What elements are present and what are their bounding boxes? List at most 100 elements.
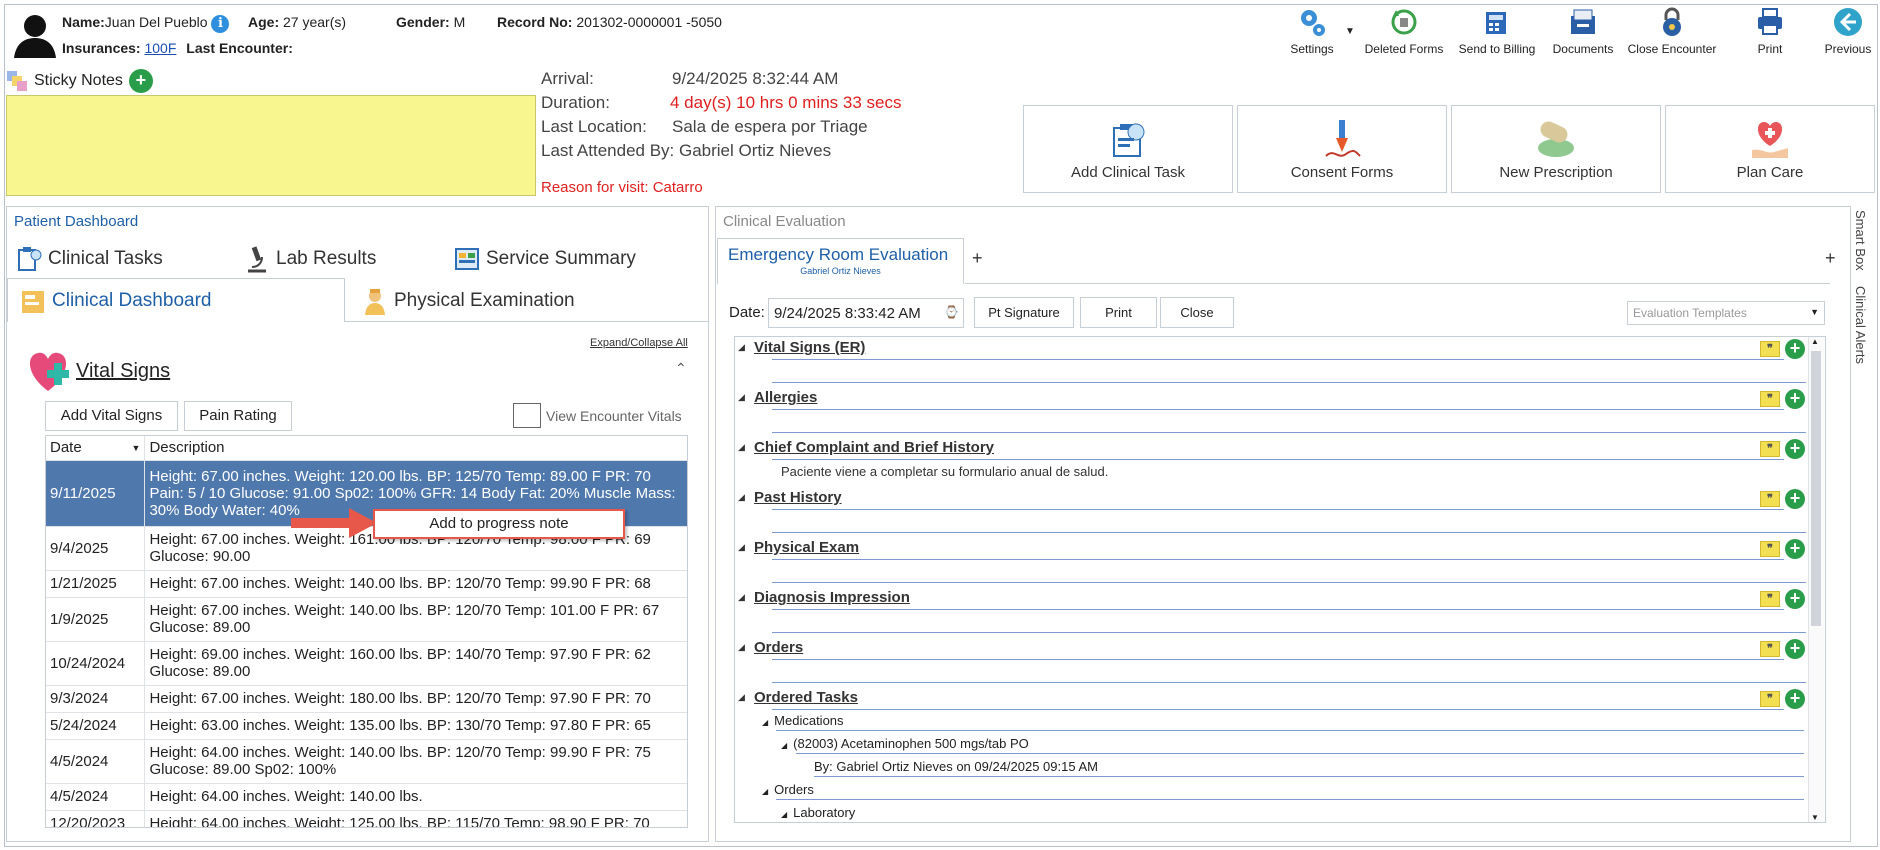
add-tab-icon[interactable]: +: [972, 248, 983, 269]
medication-item[interactable]: ◢ (82003) Acetaminophen 500 mgs/tab PO: [781, 736, 1029, 751]
column-header-date[interactable]: Date ▼: [46, 436, 146, 461]
duration-label: Duration:: [541, 93, 610, 112]
expand-triangle-icon[interactable]: ◢: [738, 542, 745, 553]
section-title[interactable]: Vital Signs (ER): [754, 339, 865, 356]
quote-icon[interactable]: ❞: [1760, 391, 1780, 407]
close-evaluation-button[interactable]: Close: [1160, 297, 1234, 328]
smart-box-tab[interactable]: Smart Box: [1853, 210, 1868, 271]
table-row[interactable]: 9/3/2024 Height: 67.00 inches. Weight: 1…: [46, 685, 687, 713]
table-row[interactable]: 1/9/2025 Height: 67.00 inches. Weight: 1…: [46, 597, 687, 642]
expand-triangle-icon[interactable]: ◢: [738, 392, 745, 403]
table-row[interactable]: 1/21/2025 Height: 67.00 inches. Weight: …: [46, 570, 687, 598]
print-evaluation-button[interactable]: Print: [1080, 297, 1157, 328]
chief-complaint-text[interactable]: Paciente viene a completar su formulario…: [781, 464, 1108, 479]
previous-button[interactable]: Previous: [1803, 6, 1880, 56]
add-clinical-task-button[interactable]: Add Clinical Task: [1023, 105, 1233, 193]
date-input[interactable]: 9/24/2025 8:33:42 AM ⌚: [768, 298, 964, 328]
section-title[interactable]: Orders: [754, 639, 803, 656]
section-title[interactable]: Past History: [754, 489, 842, 506]
orders-node[interactable]: ◢ Orders: [762, 782, 814, 797]
section-underline: [772, 609, 1784, 610]
quote-icon[interactable]: ❞: [1760, 641, 1780, 657]
quote-icon[interactable]: ❞: [1760, 441, 1780, 457]
add-icon[interactable]: +: [1785, 589, 1805, 609]
add-icon[interactable]: +: [1785, 639, 1805, 659]
laboratory-node[interactable]: ◢ Laboratory: [781, 805, 855, 820]
insurance-link[interactable]: 100F: [144, 40, 176, 56]
table-row[interactable]: 4/5/2024 Height: 64.00 inches. Weight: 1…: [46, 783, 687, 811]
expand-triangle-icon[interactable]: ◢: [762, 787, 768, 796]
plan-care-button[interactable]: Plan Care: [1665, 105, 1875, 193]
section-title[interactable]: Allergies: [754, 389, 817, 406]
vital-signs-table-container[interactable]: Date ▼ Description 9/11/2025 Height: 67.0…: [45, 435, 688, 828]
quote-icon[interactable]: ❞: [1760, 541, 1780, 557]
add-icon[interactable]: +: [1785, 339, 1805, 359]
consent-forms-button[interactable]: Consent Forms: [1237, 105, 1447, 193]
section-title[interactable]: Physical Exam: [754, 539, 859, 556]
table-row[interactable]: 12/20/2023 Height: 64.00 inches. Weight:…: [46, 810, 687, 827]
close-encounter-label: Close Encounter: [1627, 42, 1717, 56]
send-to-billing-button[interactable]: Send to Billing: [1452, 6, 1542, 56]
pain-rating-button[interactable]: Pain Rating: [184, 401, 292, 431]
tab-clinical-tasks[interactable]: Clinical Tasks: [16, 245, 163, 273]
add-sticky-note-icon[interactable]: +: [128, 69, 153, 93]
new-prescription-button[interactable]: New Prescription: [1451, 105, 1661, 193]
expand-triangle-icon[interactable]: ◢: [738, 642, 745, 653]
medications-node[interactable]: ◢ Medications: [762, 713, 844, 728]
add-icon[interactable]: +: [1785, 439, 1805, 459]
scroll-up-icon[interactable]: ▲: [1811, 337, 1819, 346]
table-row[interactable]: 4/5/2024 Height: 64.00 inches. Weight: 1…: [46, 739, 687, 784]
sticky-notes-area[interactable]: [6, 95, 536, 196]
table-row[interactable]: 10/24/2024 Height: 69.00 inches. Weight:…: [46, 641, 687, 686]
tab-service-summary[interactable]: Service Summary: [454, 245, 636, 273]
quote-icon[interactable]: ❞: [1760, 341, 1780, 357]
add-vital-signs-button[interactable]: Add Vital Signs: [45, 401, 178, 431]
add-icon[interactable]: +: [1785, 489, 1805, 509]
tab-clinical-dashboard[interactable]: Clinical Dashboard: [20, 287, 211, 315]
deleted-forms-button[interactable]: Deleted Forms: [1359, 6, 1449, 56]
tab-physical-examination[interactable]: Physical Examination: [362, 287, 575, 315]
quote-icon[interactable]: ❞: [1760, 591, 1780, 607]
info-icon[interactable]: i: [211, 15, 230, 33]
collapse-chevron-icon[interactable]: ⌃: [675, 360, 687, 377]
expand-triangle-icon[interactable]: ◢: [738, 342, 745, 353]
clinical-alerts-tab[interactable]: Clinical Alerts: [1853, 286, 1868, 364]
add-to-progress-note-menu-item[interactable]: Add to progress note: [381, 515, 617, 532]
print-button[interactable]: Print: [1725, 6, 1815, 56]
documents-button[interactable]: Documents: [1538, 6, 1628, 56]
add-icon[interactable]: +: [1785, 389, 1805, 409]
calendar-icon[interactable]: ⌚: [944, 305, 959, 319]
evaluation-templates-select[interactable]: Evaluation Templates ▼: [1627, 301, 1825, 325]
expand-triangle-icon[interactable]: ◢: [781, 741, 787, 750]
expand-triangle-icon[interactable]: ◢: [738, 692, 745, 703]
expand-collapse-all-link[interactable]: Expand/Collapse All: [590, 337, 688, 349]
expand-triangle-icon[interactable]: ◢: [781, 810, 787, 819]
tab-emergency-room-evaluation[interactable]: Emergency Room Evaluation Gabriel Ortiz …: [717, 238, 964, 284]
column-header-description[interactable]: Description: [144, 436, 687, 461]
settings-dropdown-icon[interactable]: ▼: [1345, 26, 1355, 37]
pt-signature-button[interactable]: Pt Signature: [974, 297, 1074, 328]
vital-signs-title[interactable]: Vital Signs: [76, 360, 170, 383]
expand-triangle-icon[interactable]: ◢: [738, 492, 745, 503]
add-tab-right-icon[interactable]: +: [1825, 248, 1836, 269]
quote-icon[interactable]: ❞: [1760, 691, 1780, 707]
section-title[interactable]: Ordered Tasks: [754, 689, 858, 706]
tab-lab-results[interactable]: Lab Results: [244, 245, 376, 273]
add-icon[interactable]: +: [1785, 539, 1805, 559]
scroll-down-icon[interactable]: ▼: [1811, 813, 1819, 822]
table-row[interactable]: 5/24/2024 Height: 63.00 inches. Weight: …: [46, 712, 687, 740]
tab-er-evaluation-subtitle: Gabriel Ortiz Nieves: [800, 266, 881, 276]
section-underline: [772, 532, 1806, 533]
view-encounter-vitals-checkbox[interactable]: [513, 403, 541, 428]
expand-triangle-icon[interactable]: ◢: [762, 718, 768, 727]
vertical-scrollbar[interactable]: ▲ ▼: [1808, 337, 1824, 822]
expand-triangle-icon[interactable]: ◢: [738, 442, 745, 453]
section-title[interactable]: Chief Complaint and Brief History: [754, 439, 994, 456]
close-encounter-button[interactable]: Close Encounter: [1627, 6, 1717, 56]
add-icon[interactable]: +: [1785, 689, 1805, 709]
quote-icon[interactable]: ❞: [1760, 491, 1780, 507]
section-title[interactable]: Diagnosis Impression: [754, 589, 910, 606]
scrollbar-thumb[interactable]: [1811, 351, 1821, 626]
settings-button[interactable]: Settings: [1267, 6, 1357, 56]
expand-triangle-icon[interactable]: ◢: [738, 592, 745, 603]
